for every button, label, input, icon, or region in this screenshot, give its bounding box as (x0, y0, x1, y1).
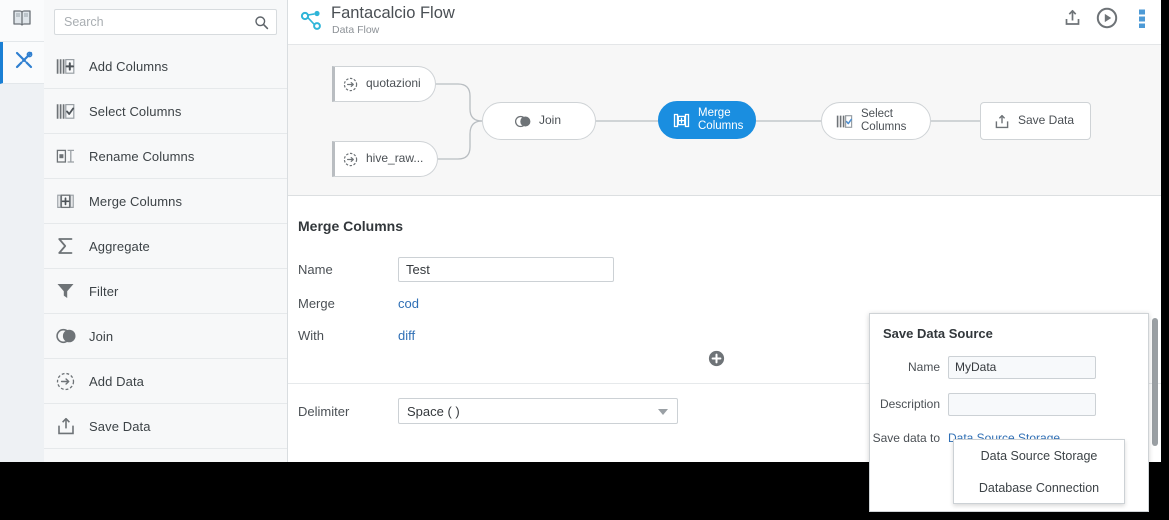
search-input[interactable] (55, 10, 276, 34)
add-merge-row-button[interactable] (708, 350, 725, 372)
tool-item-label: Add Columns (89, 58, 169, 74)
form-row-name: Name (288, 253, 1161, 285)
flow-graph-icon (299, 9, 325, 35)
tool-item-label: Select Columns (89, 103, 182, 119)
merge-label: Merge (298, 295, 335, 311)
add-columns-icon (56, 55, 80, 77)
tools-sidebar: Add Columns Select Columns Rename Columns M… (44, 0, 288, 462)
select-columns-icon (836, 114, 853, 129)
add-circle-icon (708, 350, 725, 371)
popup-description-input[interactable] (948, 392, 1096, 416)
tool-item-label: Save Data (89, 418, 151, 434)
tool-item-join[interactable]: Join (44, 314, 287, 359)
more-vertical-icon (1139, 8, 1145, 33)
delimiter-label: Delimiter (298, 403, 350, 419)
panel-vertical-scrollbar[interactable] (1152, 318, 1158, 446)
tool-item-filter[interactable]: Filter (44, 269, 287, 314)
play-icon (1096, 7, 1118, 34)
tool-item-label: Merge Columns (89, 193, 183, 209)
tool-item-label: Aggregate (89, 238, 150, 254)
chevron-down-icon (658, 409, 668, 415)
tool-item-rename-columns[interactable]: Rename Columns (44, 134, 287, 179)
flow-node-save-data[interactable]: Save Data (980, 102, 1092, 140)
funnel-icon (56, 280, 80, 302)
screenshot-root: Add Columns Select Columns Rename Columns M… (0, 0, 1169, 520)
tool-item-label: Filter (89, 283, 119, 299)
popup-row-name: Name (870, 353, 1148, 381)
tool-item-add-columns[interactable]: Add Columns (44, 44, 287, 89)
delimiter-select[interactable]: Space ( ) (398, 398, 678, 424)
flow-canvas[interactable]: quotazioni hive_raw... Join Merge Column… (288, 44, 1161, 196)
flow-node-merge-columns[interactable]: Merge Columns (658, 101, 756, 139)
rail-empty-area (0, 84, 44, 462)
join-icon (56, 325, 80, 347)
tool-item-label: Add Data (89, 373, 145, 389)
tool-item-label: Join (89, 328, 114, 344)
flow-node-quotazioni[interactable]: quotazioni (332, 66, 436, 102)
overflow-menu-button[interactable] (1131, 8, 1153, 32)
flow-node-label: hive_raw... (366, 151, 424, 166)
popup-description-label: Description (879, 397, 940, 411)
run-button[interactable] (1096, 7, 1118, 34)
book-icon (12, 9, 32, 32)
tool-item-save-data[interactable]: Save Data (44, 404, 287, 449)
flow-node-label: Join (538, 113, 561, 128)
popup-name-input[interactable] (948, 355, 1096, 379)
name-input[interactable] (398, 256, 614, 282)
icon-rail (0, 0, 44, 462)
rename-columns-icon (56, 145, 80, 167)
save-data-icon (56, 415, 80, 437)
rail-tab-tools[interactable] (0, 42, 44, 84)
name-label: Name (298, 261, 333, 277)
merge-columns-icon (673, 113, 690, 128)
delimiter-value: Space ( ) (407, 403, 460, 419)
rail-tab-library[interactable] (0, 0, 44, 42)
app-header: Fantacalcio Flow Data Flow (288, 0, 1161, 44)
tool-item-aggregate[interactable]: Aggregate (44, 224, 287, 269)
flow-node-hive-raw[interactable]: hive_raw... (332, 141, 439, 177)
tool-item-merge-columns[interactable]: Merge Columns (44, 179, 287, 224)
export-button[interactable] (1061, 8, 1083, 32)
dropdown-option-1[interactable]: Database Connection (954, 472, 1124, 504)
search-box[interactable] (54, 9, 277, 35)
page-subtitle: Data Flow (332, 24, 380, 36)
flow-node-select-columns[interactable]: Select Columns (821, 102, 931, 140)
flow-node-label: Merge Columns (698, 106, 744, 132)
tool-item-select-columns[interactable]: Select Columns (44, 89, 287, 134)
save-to-dropdown-menu: Data Source Storage Database Connection (953, 439, 1125, 504)
popup-row-description: Description (870, 390, 1148, 418)
tool-list: Add Columns Select Columns Rename Columns M… (44, 44, 287, 462)
tools-icon (14, 50, 34, 75)
merge-column-value[interactable]: cod (398, 296, 419, 311)
select-columns-icon (56, 100, 80, 122)
add-data-icon (343, 77, 358, 92)
page-title: Fantacalcio Flow (331, 4, 455, 22)
popup-title: Save Data Source (883, 326, 993, 341)
tool-item-label: Rename Columns (89, 148, 195, 164)
dropdown-option-0[interactable]: Data Source Storage (954, 440, 1124, 472)
popup-save-to-label: Save data to (872, 431, 940, 445)
flow-node-join[interactable]: Join (482, 102, 596, 140)
header-actions (1061, 7, 1153, 34)
popup-name-label: Name (907, 360, 940, 374)
add-data-icon (56, 370, 80, 392)
upload-icon (1063, 8, 1082, 32)
merge-columns-icon (56, 190, 80, 212)
sigma-icon (56, 235, 80, 257)
flow-node-label: Save Data (1018, 113, 1075, 128)
panel-title: Merge Columns (298, 218, 404, 234)
save-data-icon (994, 114, 1010, 129)
with-label: With (298, 327, 324, 343)
with-column-value[interactable]: diff (398, 328, 415, 343)
flow-node-label: Select Columns (861, 107, 907, 133)
flow-node-label: quotazioni (366, 76, 421, 91)
search-container (44, 0, 287, 43)
add-data-icon (343, 152, 358, 167)
join-icon (514, 115, 531, 128)
tool-item-add-data[interactable]: Add Data (44, 359, 287, 404)
search-icon[interactable] (254, 15, 269, 30)
